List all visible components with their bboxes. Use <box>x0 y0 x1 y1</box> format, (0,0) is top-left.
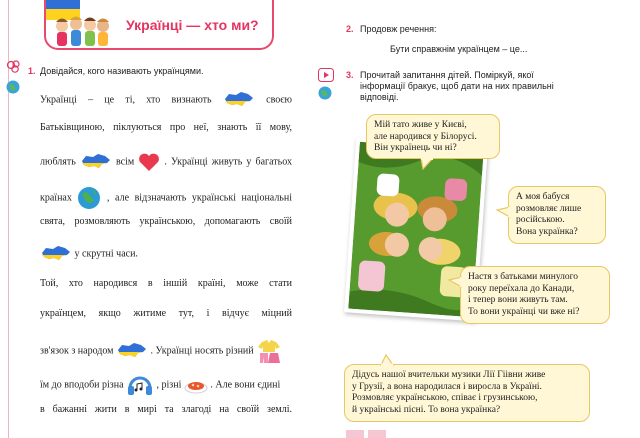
bubble-tail <box>380 354 394 366</box>
text-line-6: у скрутні часи. <box>40 244 138 264</box>
text-line-11: в бажанні жити в мирі та злагоді на свої… <box>40 404 292 415</box>
think-icon <box>6 60 20 73</box>
speech-bubble-2: А моя бабуся розмовляє лише російською. … <box>508 186 606 244</box>
speech-bubble-4: Дідусь нашої вчительки музики Лії Гіівни… <box>344 364 590 422</box>
ukraine-map-icon <box>224 92 253 106</box>
text-line-8: українцем, якщо житиме тут, і відчує міц… <box>40 308 292 319</box>
bubble-tail <box>448 276 462 288</box>
page-decoration <box>346 430 386 438</box>
globe-icon <box>318 86 332 100</box>
page-title: Українці — хто ми? <box>126 17 259 33</box>
text-line-10: їм до вподоби різна , різні . Але вони є… <box>40 372 280 398</box>
bubble-tail <box>496 206 510 218</box>
ukraine-map-icon <box>118 343 147 357</box>
text-line-4: країнах , але відзначають українські нац… <box>40 186 292 210</box>
text-line-5: свята, розмовляють українською, допомага… <box>40 216 292 227</box>
text-line-2: Батьківщиною, піклуються про неї, знають… <box>40 122 292 133</box>
ukraine-map-icon <box>42 246 70 260</box>
task-1-prompt: Довідайся, кого називають українцями. <box>40 66 204 76</box>
globe-icon <box>78 187 101 209</box>
clothes-icon <box>258 340 281 363</box>
task-1-number: 1. <box>28 66 36 76</box>
speech-bubble-3: Настя з батьками минулого року переїхала… <box>460 266 610 324</box>
globe-icon <box>6 80 20 94</box>
bubble-tail <box>420 158 434 170</box>
heart-icon <box>139 153 160 171</box>
text-line-1: Українці – це ті, хто визнають своєю <box>40 90 292 110</box>
task-2-prompt: Продовж речення: <box>360 24 437 34</box>
text-line-9: зв'язок з народом . Українці носять різн… <box>40 338 292 364</box>
lesson-title-tab: Українці — хто ми? <box>44 0 274 50</box>
headphones-icon <box>128 376 153 395</box>
text-line-3: люблять всім . Українці живуть у багатьо… <box>40 152 292 172</box>
food-icon <box>184 382 208 394</box>
task-3-prompt-line-1: Прочитай запитання дітей. Поміркуй, якої <box>360 70 534 80</box>
task-2-number: 2. <box>346 24 354 34</box>
task-3-prompt-line-2: інформації бракує, щоб дати на них прави… <box>360 81 554 91</box>
text-line-7: Той, хто народився в іншій країні, може … <box>40 278 292 289</box>
task-2-sentence: Бути справжнім українцем – це... <box>390 44 528 54</box>
kids-icon <box>56 16 109 46</box>
ukraine-map-icon <box>81 154 110 168</box>
speech-bubble-1: Мій тато живе у Києві, але народився у Б… <box>366 114 500 159</box>
video-icon[interactable] <box>318 68 334 82</box>
task-3-prompt-line-3: відповіді. <box>360 92 399 102</box>
task-3-number: 3. <box>346 70 354 80</box>
